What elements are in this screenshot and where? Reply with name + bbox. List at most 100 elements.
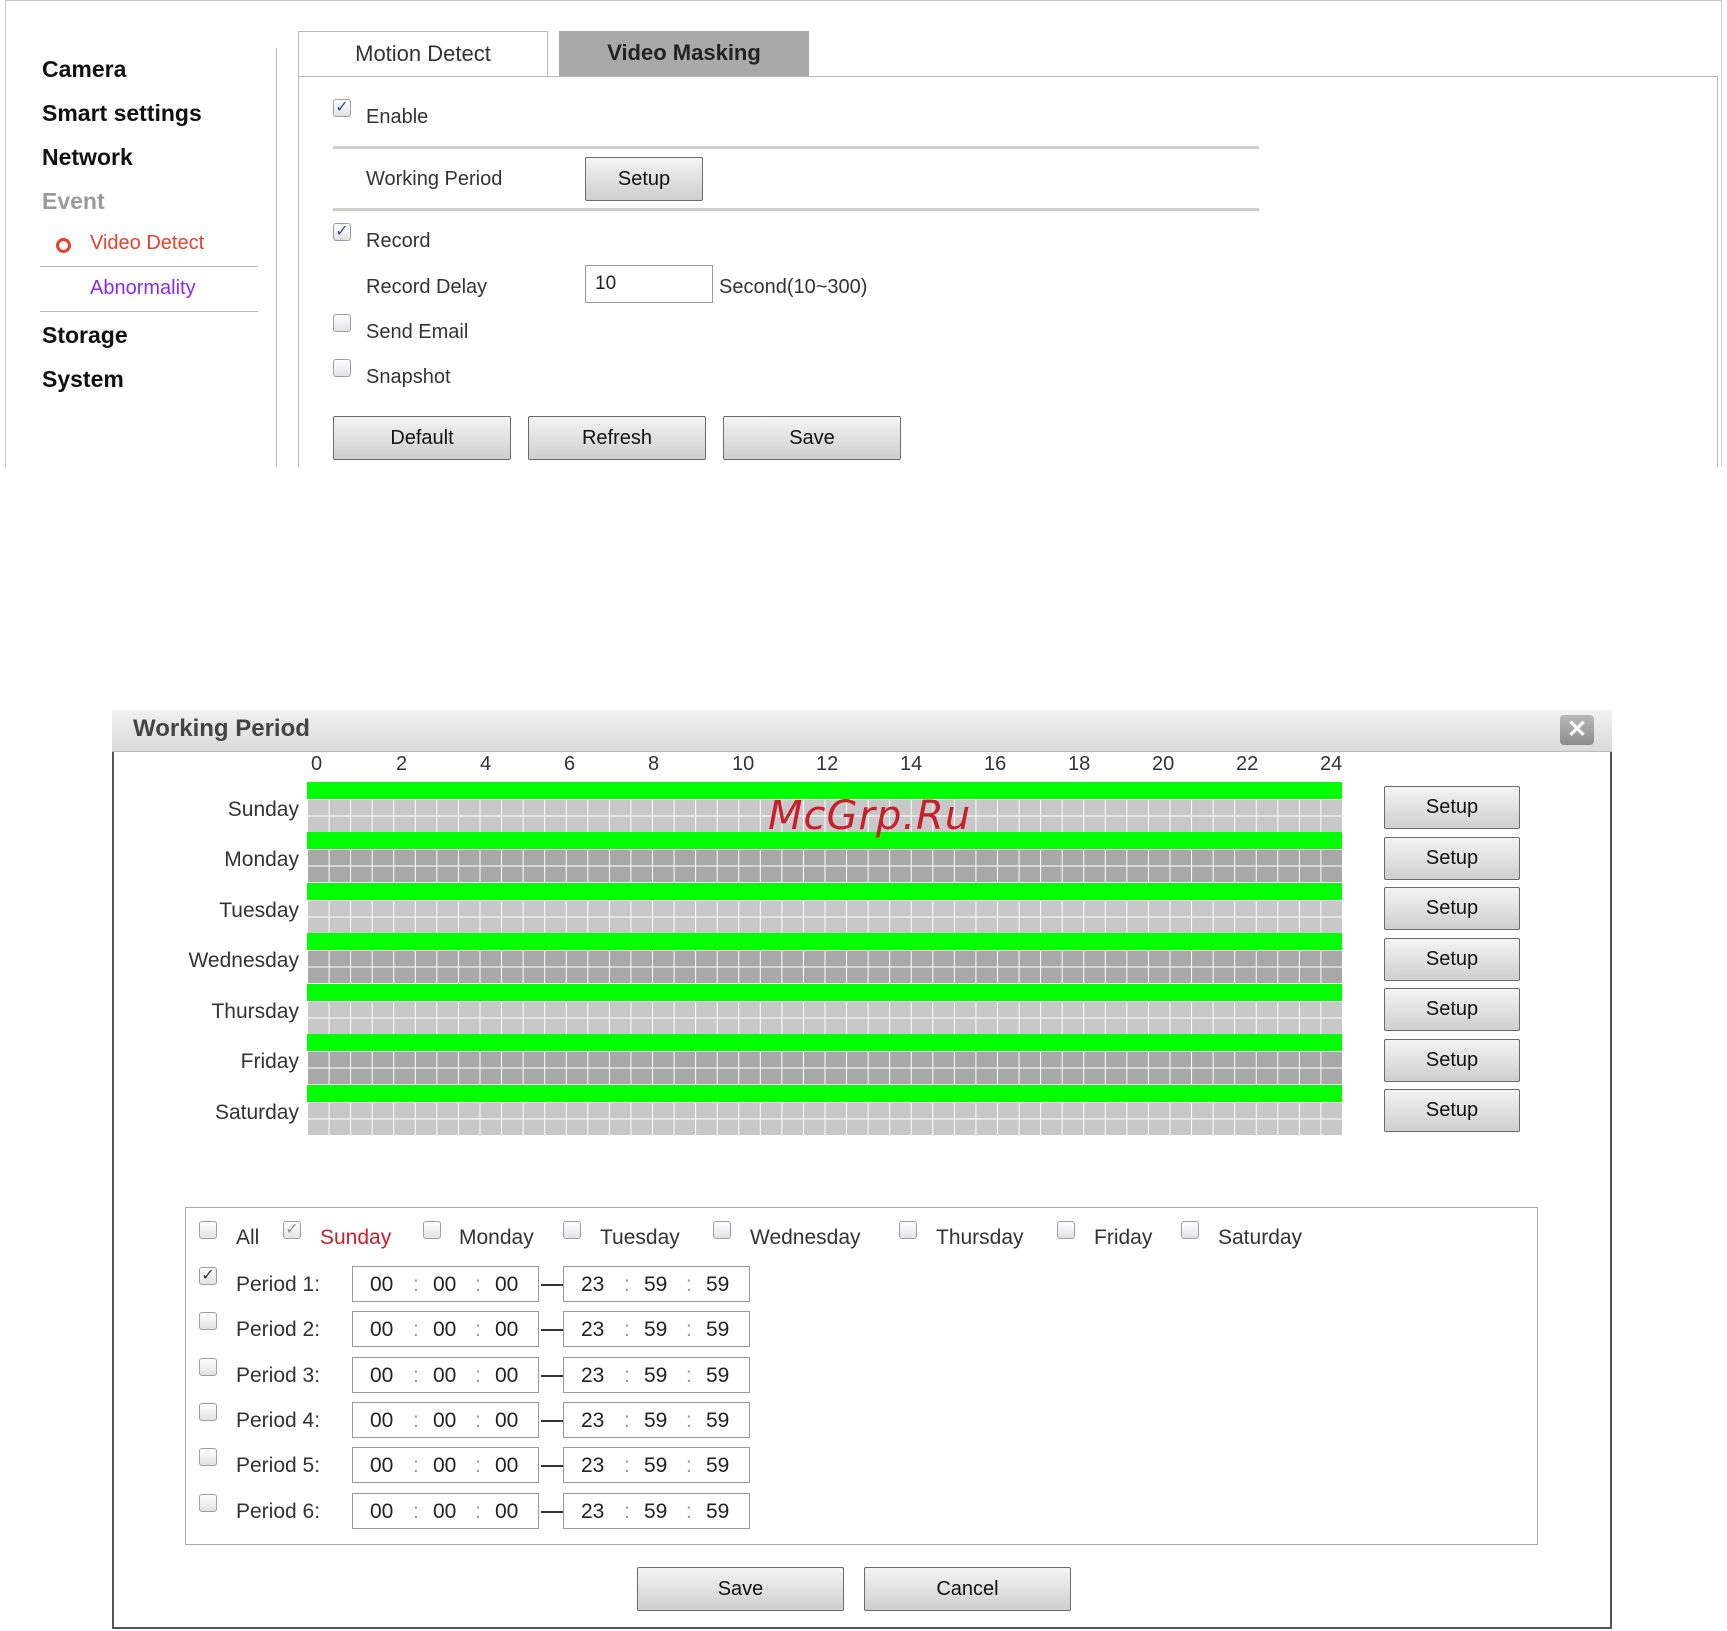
hour-label: 16 (984, 753, 1007, 775)
dialog-title: Working Period (133, 715, 310, 742)
hour-label: 24 (1320, 753, 1343, 775)
all-checkbox[interactable] (199, 1221, 217, 1239)
setup-button-thursday[interactable]: Setup (1384, 988, 1520, 1031)
period-3-end-time[interactable]: 23:59:59 (563, 1357, 750, 1393)
period-3-checkbox[interactable] (199, 1358, 217, 1376)
saturday-checkbox[interactable] (1181, 1221, 1199, 1239)
sidebar-subitem-abnormality[interactable]: Abnormality (90, 277, 196, 300)
time-separator: : (686, 1273, 692, 1296)
range-dash (541, 1284, 563, 1286)
day-label-tuesday: Tuesday (219, 899, 299, 922)
save-button[interactable]: Save (723, 416, 901, 460)
default-button[interactable]: Default (333, 416, 511, 460)
tab-motion-detect[interactable]: Motion Detect (298, 31, 548, 77)
tuesday-checkbox[interactable] (563, 1221, 581, 1239)
period-2-label: Period 2: (236, 1318, 321, 1341)
period-6-checkbox[interactable] (199, 1494, 217, 1512)
sidebar-item-event[interactable]: Event (42, 188, 105, 215)
setup-button-saturday[interactable]: Setup (1384, 1089, 1520, 1132)
record-delay-input[interactable]: 10 (585, 265, 713, 303)
time-hour: 00 (370, 1364, 394, 1387)
close-icon[interactable]: ✕ (1560, 715, 1594, 745)
time-minute: 59 (644, 1409, 668, 1432)
schedule-cells-tuesday[interactable] (307, 900, 1342, 933)
thursday-checkbox[interactable] (899, 1221, 917, 1239)
period-4-start-time[interactable]: 00:00:00 (352, 1402, 539, 1438)
period-3-label: Period 3: (236, 1364, 321, 1387)
sidebar-item-storage[interactable]: Storage (42, 322, 128, 349)
working-period-setup-button[interactable]: Setup (585, 157, 703, 201)
time-hour: 23 (581, 1500, 605, 1523)
setup-button-tuesday[interactable]: Setup (1384, 887, 1520, 930)
period-1-label: Period 1: (236, 1273, 321, 1296)
period-5-end-time[interactable]: 23:59:59 (563, 1447, 750, 1483)
schedule-cells-thursday[interactable] (307, 1001, 1342, 1034)
setup-button-sunday[interactable]: Setup (1384, 786, 1520, 829)
time-minute: 00 (433, 1454, 457, 1477)
wednesday-label: Wednesday (750, 1226, 861, 1249)
wednesday-checkbox[interactable] (713, 1221, 731, 1239)
time-separator: : (413, 1500, 419, 1523)
period-4-checkbox[interactable] (199, 1403, 217, 1421)
period-4-end-time[interactable]: 23:59:59 (563, 1402, 750, 1438)
period-6-label: Period 6: (236, 1500, 321, 1523)
bullet-circle-icon (56, 238, 71, 253)
period-5-checkbox[interactable] (199, 1448, 217, 1466)
enable-checkbox[interactable]: ✓ (333, 99, 351, 117)
refresh-button[interactable]: Refresh (528, 416, 706, 460)
setup-button-monday[interactable]: Setup (1384, 837, 1520, 880)
time-separator: : (624, 1409, 630, 1432)
sidebar-item-network[interactable]: Network (42, 144, 133, 171)
period-2-start-time[interactable]: 00:00:00 (352, 1311, 539, 1347)
snapshot-checkbox[interactable] (333, 359, 351, 377)
time-minute: 00 (433, 1500, 457, 1523)
schedule-bar-saturday (307, 1085, 1342, 1102)
period-3-start-time[interactable]: 00:00:00 (352, 1357, 539, 1393)
schedule-cells-friday[interactable] (307, 1051, 1342, 1084)
sidebar-item-system[interactable]: System (42, 366, 124, 393)
sidebar-item-smart-settings[interactable]: Smart settings (42, 100, 202, 127)
schedule-cells-saturday[interactable] (307, 1102, 1342, 1135)
tab-video-masking[interactable]: Video Masking (559, 31, 809, 77)
time-separator: : (413, 1273, 419, 1296)
time-minute: 59 (644, 1318, 668, 1341)
sunday-checkbox[interactable]: ✓ (283, 1221, 301, 1239)
enable-label: Enable (366, 106, 429, 128)
sidebar-item-camera[interactable]: Camera (42, 56, 126, 83)
hour-label: 4 (480, 753, 492, 775)
time-hour: 00 (370, 1500, 394, 1523)
dialog-cancel-button[interactable]: Cancel (864, 1567, 1071, 1611)
setup-button-friday[interactable]: Setup (1384, 1039, 1520, 1082)
send-email-checkbox[interactable] (333, 314, 351, 332)
period-1-checkbox[interactable]: ✓ (199, 1267, 217, 1285)
schedule-cells-wednesday[interactable] (307, 950, 1342, 983)
time-minute: 59 (644, 1273, 668, 1296)
saturday-label: Saturday (1218, 1226, 1303, 1249)
period-1-start-time[interactable]: 00:00:00 (352, 1266, 539, 1302)
record-checkbox[interactable]: ✓ (333, 223, 351, 241)
period-5-start-time[interactable]: 00:00:00 (352, 1447, 539, 1483)
hour-label: 22 (1236, 753, 1259, 775)
monday-checkbox[interactable] (423, 1221, 441, 1239)
period-2-checkbox[interactable] (199, 1312, 217, 1330)
time-minute: 00 (433, 1364, 457, 1387)
time-separator: : (686, 1364, 692, 1387)
sidebar-subitem-video-detect[interactable]: Video Detect (90, 232, 204, 255)
period-1-end-time[interactable]: 23:59:59 (563, 1266, 750, 1302)
time-separator: : (413, 1454, 419, 1477)
schedule-bar-friday (307, 1034, 1342, 1051)
period-6-end-time[interactable]: 23:59:59 (563, 1493, 750, 1529)
time-hour: 23 (581, 1318, 605, 1341)
dialog-save-button[interactable]: Save (637, 1567, 844, 1611)
period-2-end-time[interactable]: 23:59:59 (563, 1311, 750, 1347)
day-label-wednesday: Wednesday (188, 949, 299, 972)
dialog-header (112, 710, 1612, 752)
schedule-cells-monday[interactable] (307, 849, 1342, 882)
period-6-start-time[interactable]: 00:00:00 (352, 1493, 539, 1529)
period-4-label: Period 4: (236, 1409, 321, 1432)
time-separator: : (413, 1409, 419, 1432)
setup-button-wednesday[interactable]: Setup (1384, 938, 1520, 981)
time-separator: : (413, 1364, 419, 1387)
friday-checkbox[interactable] (1057, 1221, 1075, 1239)
time-separator: : (475, 1454, 481, 1477)
